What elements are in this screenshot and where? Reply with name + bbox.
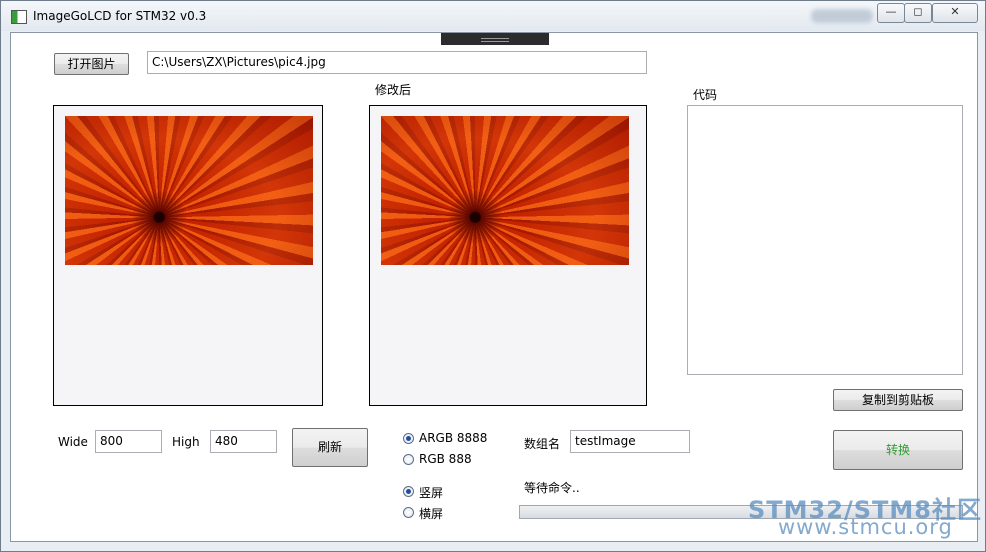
title-bar[interactable]: ImageGoLCD for STM32 v0.3 — ◻ ✕ <box>1 1 985 31</box>
status-text: 等待命令.. <box>524 481 580 495</box>
blurred-taskbar-text <box>811 9 873 23</box>
refresh-button[interactable]: 刷新 <box>292 428 368 467</box>
maximize-button[interactable]: ◻ <box>904 3 932 23</box>
wide-input[interactable]: 800 <box>95 430 162 453</box>
minimize-button[interactable]: — <box>877 3 905 23</box>
rgb888-radio[interactable] <box>403 454 414 465</box>
high-label: High <box>172 435 200 449</box>
main-panel: 打开图片 C:\Users\ZX\Pictures\pic4.jpg 修改后 代… <box>10 32 978 542</box>
code-label: 代码 <box>693 88 718 102</box>
portrait-radio[interactable] <box>403 486 414 497</box>
copy-to-clipboard-button[interactable]: 复制到剪贴板 <box>833 389 963 411</box>
argb8888-radio[interactable] <box>403 433 414 444</box>
landscape-radio[interactable] <box>403 507 414 518</box>
app-icon <box>11 10 27 24</box>
code-output-textarea[interactable] <box>687 105 963 375</box>
close-button[interactable]: ✕ <box>932 3 978 23</box>
convert-button[interactable]: 转换 <box>833 430 963 470</box>
window-title: ImageGoLCD for STM32 v0.3 <box>33 9 207 23</box>
landscape-label[interactable]: 横屏 <box>419 505 443 522</box>
file-path-input[interactable]: C:\Users\ZX\Pictures\pic4.jpg <box>147 51 647 74</box>
high-input[interactable]: 480 <box>210 430 277 453</box>
app-window: ImageGoLCD for STM32 v0.3 — ◻ ✕ 打开图片 C:\… <box>0 0 986 552</box>
array-name-input[interactable]: testImage <box>570 430 690 453</box>
argb8888-label[interactable]: ARGB 8888 <box>419 431 487 445</box>
original-image-panel <box>53 105 323 406</box>
modified-image <box>381 116 629 265</box>
drag-handle[interactable] <box>441 33 549 45</box>
original-image <box>65 116 313 265</box>
rgb888-label[interactable]: RGB 888 <box>419 452 472 466</box>
wide-label: Wide <box>58 435 88 449</box>
portrait-label[interactable]: 竖屏 <box>419 484 443 501</box>
watermark-url: www.stmcu.org <box>778 515 953 539</box>
open-image-button[interactable]: 打开图片 <box>54 53 129 75</box>
modified-label: 修改后 <box>375 83 412 97</box>
array-name-label: 数组名 <box>524 437 561 451</box>
modified-image-panel <box>369 105 647 406</box>
